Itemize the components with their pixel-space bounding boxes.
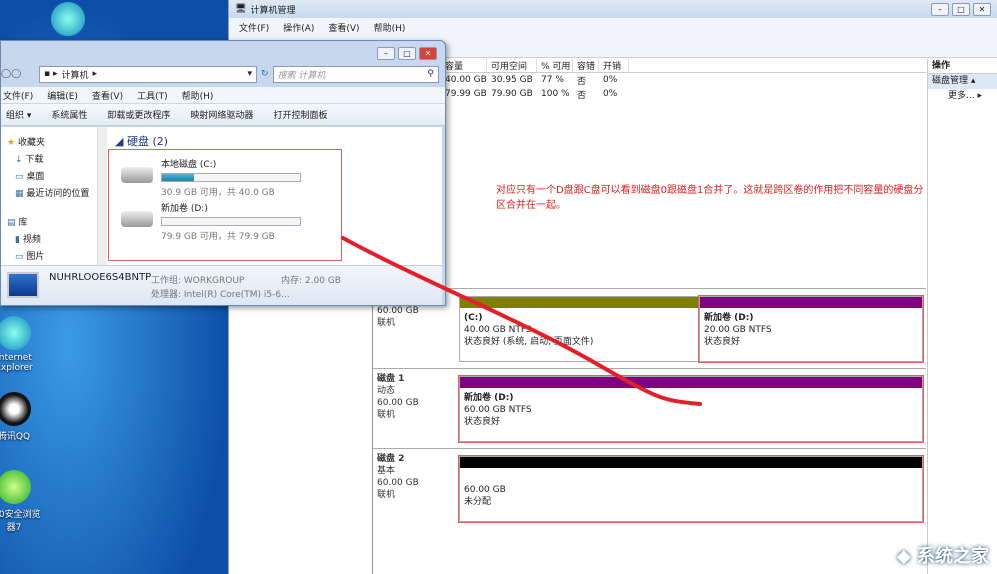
watermark-logo: ◆ 系统之家 xyxy=(896,546,989,567)
red-annotation-stroke xyxy=(341,236,702,406)
